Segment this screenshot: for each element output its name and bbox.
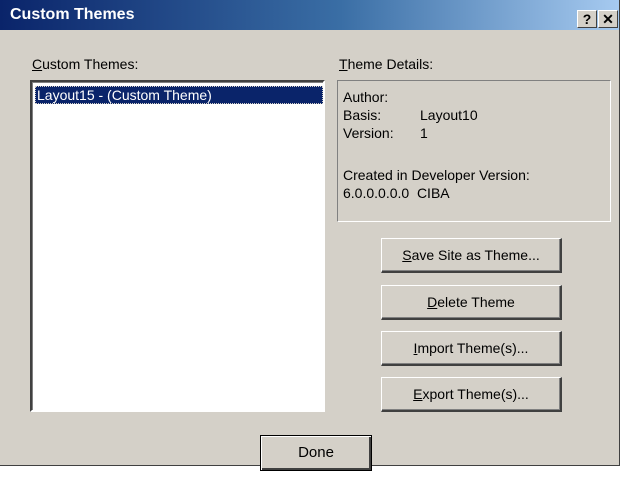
custom-themes-label: Custom Themes: bbox=[32, 56, 139, 72]
done-button[interactable]: Done bbox=[260, 435, 372, 471]
help-button[interactable]: ? bbox=[577, 10, 597, 28]
created-value: 6.0.0.0.0.0 CIBA bbox=[343, 185, 450, 201]
author-label: Author: bbox=[343, 89, 389, 105]
window-title: Custom Themes bbox=[10, 6, 135, 23]
version-label: Version: bbox=[343, 125, 394, 141]
import-themes-button[interactable]: Import Theme(s)... bbox=[381, 331, 562, 366]
export-themes-button[interactable]: Export Theme(s)... bbox=[381, 377, 562, 412]
theme-details-label: Theme Details: bbox=[339, 56, 434, 72]
custom-themes-dialog: Custom Themes ? ✕ Custom Themes: Layout1… bbox=[0, 0, 620, 471]
help-icon: ? bbox=[582, 11, 592, 27]
theme-details-panel: Author: Basis: Layout10 Version: 1 Creat… bbox=[337, 80, 611, 222]
basis-value: Layout10 bbox=[420, 107, 478, 123]
version-row: Version: 1 bbox=[343, 125, 428, 141]
themes-listbox[interactable]: Layout15 - (Custom Theme) bbox=[30, 80, 325, 412]
close-icon: ✕ bbox=[602, 11, 614, 27]
created-label: Created in Developer Version: bbox=[343, 167, 530, 183]
close-button[interactable]: ✕ bbox=[598, 10, 618, 28]
basis-label: Basis: bbox=[343, 107, 382, 123]
version-value: 1 bbox=[420, 125, 428, 141]
save-site-as-theme-button[interactable]: Save Site as Theme... bbox=[381, 238, 562, 273]
delete-theme-button[interactable]: Delete Theme bbox=[381, 285, 562, 320]
basis-row: Basis: Layout10 bbox=[343, 107, 478, 123]
author-row: Author: bbox=[343, 89, 388, 105]
title-bar[interactable]: Custom Themes ? ✕ bbox=[0, 0, 619, 30]
list-item[interactable]: Layout15 - (Custom Theme) bbox=[35, 86, 323, 104]
